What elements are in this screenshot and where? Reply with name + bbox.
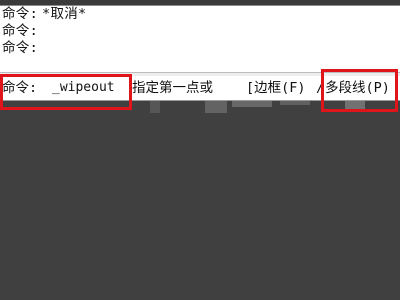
history-line: 命令: — [2, 40, 42, 56]
autocad-window: 命令:*取消* 命令: 命令: 命令: 指定第一点或 [边框(F) / 多段线(… — [0, 0, 400, 300]
command-prompt: 指定第一点或 — [132, 80, 213, 96]
option-separator: / — [316, 80, 325, 96]
command-label: 命令: — [2, 80, 38, 96]
option-polyline[interactable]: 多段线(P) — [325, 79, 390, 97]
history-label: 命令: — [2, 23, 39, 39]
ribbon-remnant — [150, 101, 160, 113]
history-text: *取消* — [42, 6, 87, 22]
drawing-canvas[interactable] — [0, 113, 400, 300]
ribbon-remnant — [205, 101, 227, 113]
ribbon-remnant — [232, 101, 272, 107]
command-line[interactable]: 命令: 指定第一点或 [边框(F) / 多段线(P) — [0, 76, 400, 101]
history-line: 命令: — [2, 23, 42, 39]
option-border[interactable]: [边框(F) — [246, 79, 306, 97]
history-label: 命令: — [2, 40, 39, 56]
command-history: 命令: *取消* 命令: 命令: — [0, 6, 400, 73]
ribbon-remnant — [345, 101, 365, 109]
history-label: 命令: — [2, 6, 39, 22]
ribbon-remnant — [280, 101, 310, 105]
history-line: 命令: *取消* — [2, 6, 87, 22]
command-input[interactable] — [52, 79, 122, 97]
